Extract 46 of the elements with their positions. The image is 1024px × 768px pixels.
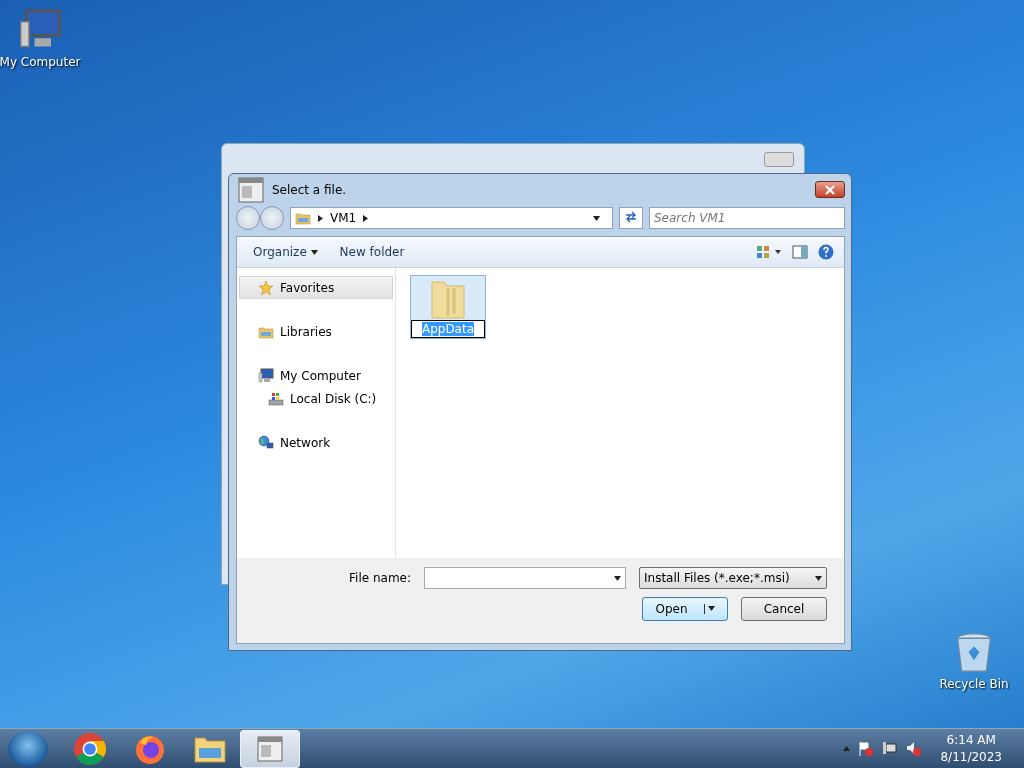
- network-icon[interactable]: [882, 740, 899, 757]
- caret-icon: [310, 249, 318, 256]
- flag-icon[interactable]: [858, 740, 875, 757]
- clock[interactable]: 6:14 AM 8/11/2023: [940, 731, 1002, 766]
- file-type-dropdown[interactable]: Install Files (*.exe;*.msi): [639, 567, 827, 589]
- window-icon[interactable]: [255, 733, 285, 764]
- new-folder-button[interactable]: New folder: [333, 242, 411, 262]
- refresh-button[interactable]: [619, 207, 643, 229]
- chevron-icon: [362, 214, 370, 222]
- search-field[interactable]: Search VM1: [649, 207, 845, 229]
- star-icon: [258, 279, 274, 296]
- file-name-label: File name:: [349, 571, 411, 585]
- nav-item[interactable]: Favorites: [239, 276, 393, 299]
- help-icon[interactable]: [818, 244, 834, 260]
- window-icon[interactable]: [236, 174, 266, 205]
- network-globe-icon: [258, 434, 274, 451]
- close-icon: [825, 184, 835, 195]
- show-hidden-icons-button[interactable]: [843, 745, 851, 752]
- start-button[interactable]: [8, 730, 48, 767]
- close-button[interactable]: [815, 181, 845, 198]
- window-title: Select a file.: [272, 182, 348, 197]
- view-options-icon[interactable]: [756, 245, 782, 259]
- nav-item[interactable]: My Computer: [239, 364, 393, 387]
- nav-item[interactable]: Local Disk (C:): [239, 387, 393, 410]
- dropdown-icon[interactable]: [707, 605, 715, 612]
- dropdown-icon[interactable]: [593, 214, 600, 222]
- computer-icon: [258, 367, 274, 384]
- desktop-icon-label[interactable]: My Computer: [0, 55, 81, 69]
- file-name-field[interactable]: [424, 567, 626, 589]
- dropdown-icon[interactable]: [614, 574, 621, 582]
- speaker-icon[interactable]: [906, 740, 923, 757]
- nav-item[interactable]: Libraries: [239, 320, 393, 343]
- nav-item[interactable]: Network: [239, 431, 393, 454]
- library-folder-icon: [295, 210, 311, 226]
- chevron-icon: [317, 214, 324, 222]
- organize-button[interactable]: Organize: [247, 242, 324, 262]
- dropdown-icon[interactable]: [815, 574, 822, 582]
- chrome-icon[interactable]: [73, 731, 107, 766]
- open-button[interactable]: Open: [642, 597, 728, 621]
- refresh-icon: [624, 210, 638, 223]
- disk-drive-icon: [268, 390, 284, 407]
- cancel-button[interactable]: Cancel: [741, 597, 827, 621]
- address-bar[interactable]: VM1: [290, 207, 613, 229]
- preview-pane-icon[interactable]: [792, 245, 808, 259]
- breadcrumb-item[interactable]: VM1: [330, 211, 357, 225]
- desktop-icon-label[interactable]: Recycle Bin: [939, 677, 1009, 691]
